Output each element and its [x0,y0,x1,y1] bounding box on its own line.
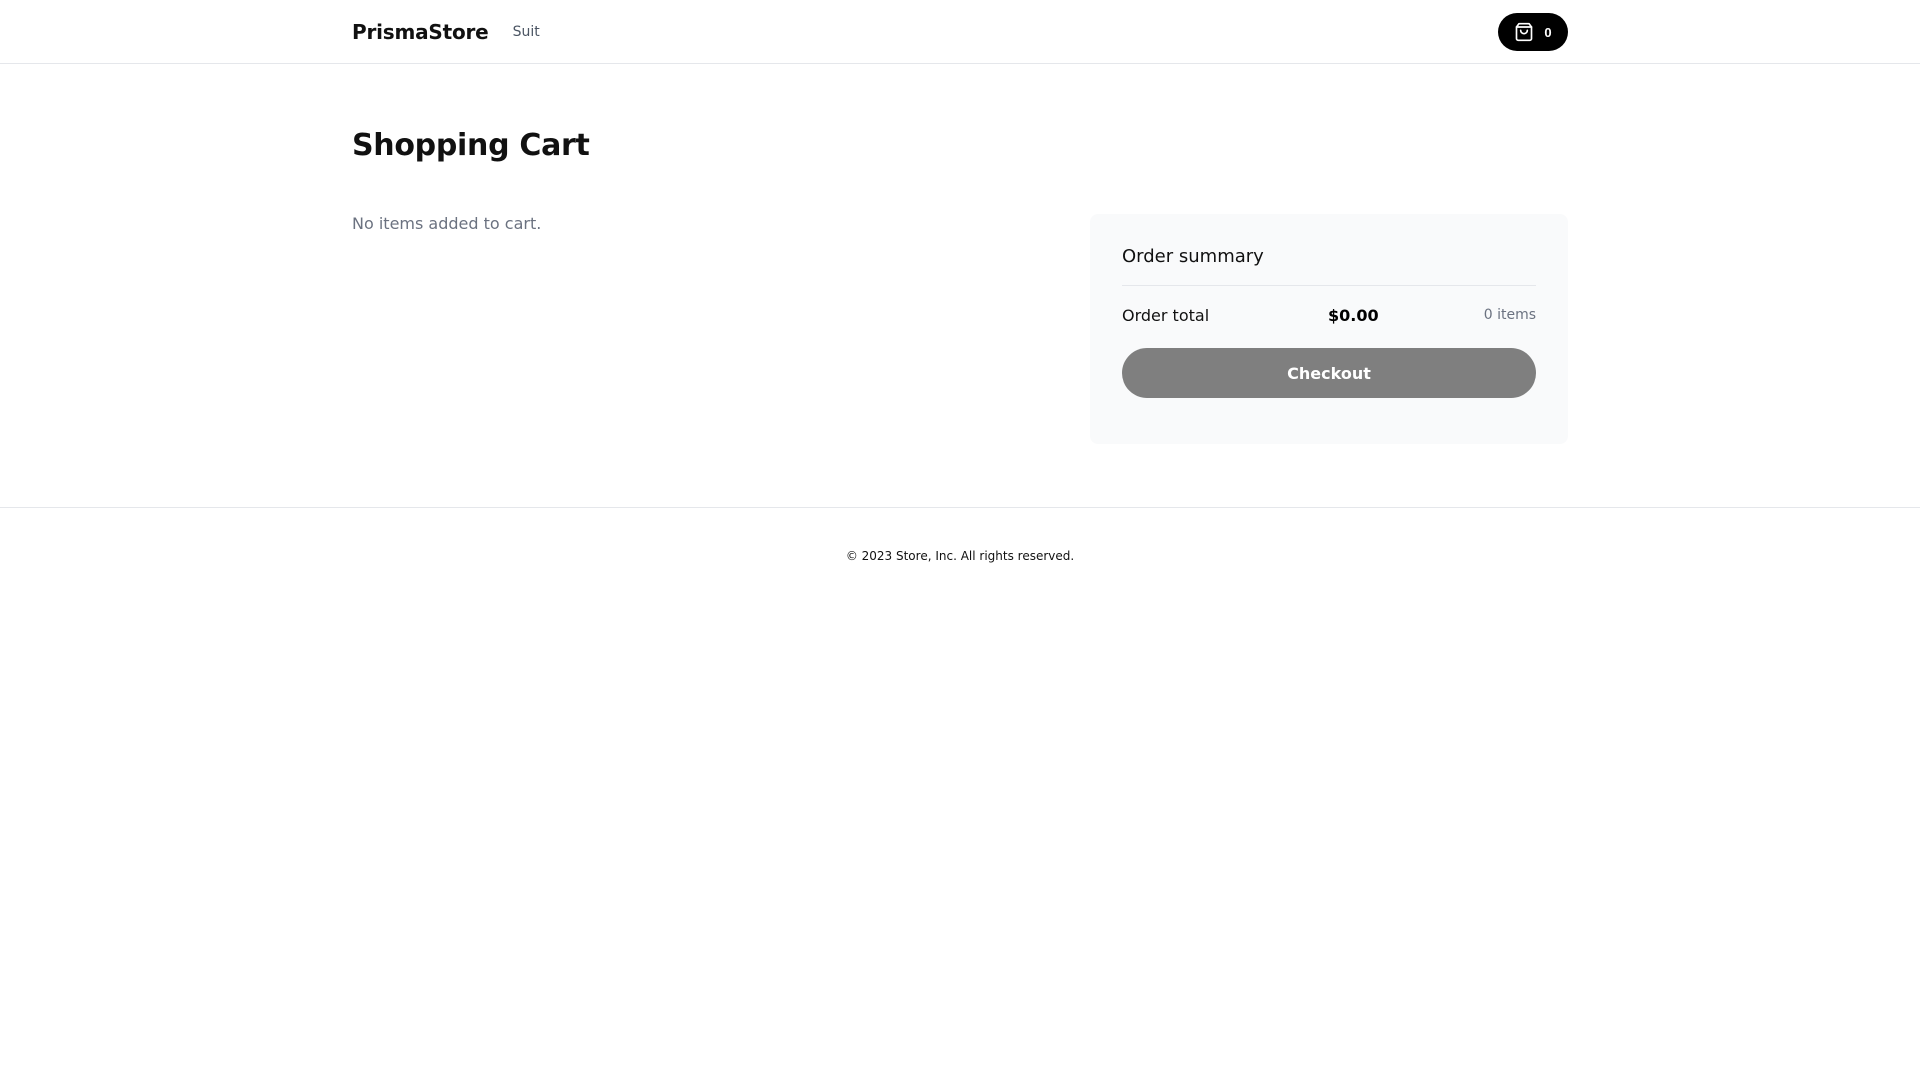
order-summary-title: Order summary [1122,246,1264,267]
footer-copyright: © 2023 Store, Inc. All rights reserved. [845,548,1075,563]
checkout-button[interactable]: Checkout [1122,348,1536,398]
site-footer: © 2023 Store, Inc. All rights reserved. [0,507,1920,603]
cart-count-badge: 0 [1544,24,1552,40]
empty-cart-message: No items added to cart. [352,214,542,233]
brand-logo-link[interactable]: PrismaStore [352,20,489,44]
nav-link-suit[interactable]: Suit [513,24,540,40]
site-header: PrismaStore Suit 0 [0,0,1920,64]
order-total-row: Order total $0.00 0 items [1122,286,1536,344]
shopping-bag-icon [1514,22,1534,42]
cart-button[interactable]: 0 [1498,13,1568,51]
header-container: PrismaStore Suit 0 [352,0,1568,64]
page-title: Shopping Cart [352,128,590,163]
order-total-label: Order total [1122,305,1210,325]
cart-page: Shopping Cart No items added to cart. Or… [0,64,1920,507]
order-total-value: $0.00 [1328,305,1379,325]
order-item-count: 0 items [1483,307,1536,323]
order-summary-panel: Order summary Order total $0.00 0 items … [1090,214,1568,444]
